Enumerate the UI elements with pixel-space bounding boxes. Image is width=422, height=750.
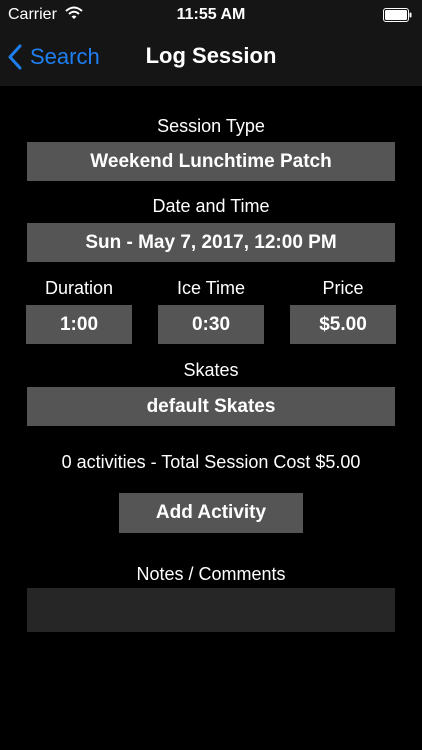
status-bar: Carrier 11:55 AM: [0, 0, 422, 30]
duration-field[interactable]: 1:00: [26, 305, 132, 344]
price-label: Price: [322, 278, 364, 298]
session-type-label: Session Type: [157, 116, 265, 136]
ice-time-field[interactable]: 0:30: [158, 305, 264, 344]
navigation-bar: Search Log Session: [0, 30, 422, 86]
ice-time-label: Ice Time: [176, 278, 246, 298]
page-title: Log Session: [145, 43, 277, 68]
add-activity-button[interactable]: Add Activity: [119, 493, 303, 533]
battery-icon: [383, 8, 412, 22]
date-time-field[interactable]: Sun - May 7, 2017, 12:00 PM: [27, 223, 395, 262]
status-time: 11:55 AM: [176, 6, 246, 23]
date-time-label: Date and Time: [152, 196, 270, 216]
duration-label: Duration: [44, 278, 114, 298]
skates-label: Skates: [183, 360, 239, 380]
skates-field[interactable]: default Skates: [27, 387, 395, 426]
notes-label: Notes / Comments: [136, 564, 286, 584]
price-field[interactable]: $5.00: [290, 305, 396, 344]
notes-field[interactable]: [27, 588, 395, 632]
session-type-field[interactable]: Weekend Lunchtime Patch: [27, 142, 395, 181]
session-summary: 0 activities - Total Session Cost $5.00: [61, 452, 361, 472]
